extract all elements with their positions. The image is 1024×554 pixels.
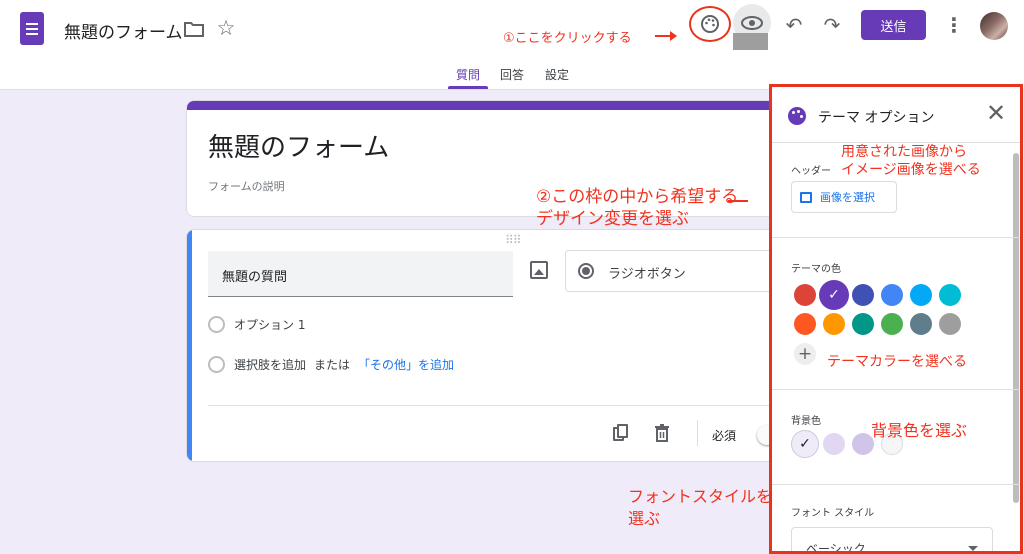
panel-title: テーマ オプション bbox=[818, 110, 935, 126]
font-style-value: ベーシック bbox=[806, 542, 866, 554]
theme-options-panel: テーマ オプション ✕ ヘッダー 用意された画像から イメージ画像を選べる 画像… bbox=[769, 84, 1023, 554]
tab-responses[interactable]: 回答 bbox=[500, 66, 524, 83]
forms-logo[interactable] bbox=[20, 12, 44, 45]
tab-settings[interactable]: 設定 bbox=[545, 66, 569, 83]
theme-color-swatch[interactable] bbox=[910, 284, 932, 306]
chevron-down-icon bbox=[968, 546, 978, 551]
avatar[interactable] bbox=[980, 12, 1008, 40]
radio-button-icon bbox=[578, 263, 594, 279]
background-color-swatch[interactable] bbox=[823, 433, 845, 455]
top-bar: 無題のフォーム ☆ ①ここをクリックする ↶ ↷ 送信 ⋮ 質問 回答 設定 bbox=[0, 0, 1024, 90]
option-row[interactable]: オプション 1 bbox=[208, 316, 305, 333]
send-button[interactable]: 送信 bbox=[861, 10, 926, 40]
theme-color-swatch[interactable] bbox=[852, 313, 874, 335]
header-section-label: ヘッダー bbox=[791, 166, 831, 177]
more-vert-icon[interactable]: ⋮ bbox=[944, 13, 964, 37]
theme-color-swatch[interactable] bbox=[881, 284, 903, 306]
add-image-icon[interactable] bbox=[530, 261, 548, 279]
annotation-font-style: フォントスタイルを 選ぶ bbox=[628, 487, 773, 528]
question-card[interactable]: ⠿⠿ 無題の質問 ラジオボタン オプション 1 選択肢を追加 または 「その他」… bbox=[186, 229, 776, 462]
annotation-theme-color: テーマカラーを選べる bbox=[827, 354, 967, 370]
theme-color-swatch[interactable] bbox=[939, 284, 961, 306]
panel-scrollbar[interactable] bbox=[1013, 153, 1019, 503]
annotation-arrow-icon bbox=[728, 200, 748, 202]
add-color-icon[interactable]: + bbox=[794, 343, 816, 365]
active-tab-indicator bbox=[448, 86, 488, 89]
redo-icon[interactable]: ↷ bbox=[820, 13, 844, 37]
panel-header: テーマ オプション ✕ bbox=[772, 87, 1020, 143]
add-option-link[interactable]: 選択肢を追加 bbox=[234, 356, 306, 373]
annotation-click-here: ①ここをクリックする bbox=[503, 31, 632, 46]
theme-color-swatch[interactable]: ✓ bbox=[819, 280, 849, 310]
document-title[interactable]: 無題のフォーム bbox=[64, 18, 183, 43]
add-option-row: 選択肢を追加 または 「その他」を追加 bbox=[208, 356, 454, 373]
option-radio-icon bbox=[208, 356, 225, 373]
annotation-bg-color: 背景色を選ぶ bbox=[871, 421, 968, 440]
background-color-swatch[interactable]: ✓ bbox=[791, 430, 819, 458]
palette-icon[interactable] bbox=[689, 6, 731, 42]
tab-questions[interactable]: 質問 bbox=[456, 66, 480, 83]
theme-color-swatch[interactable] bbox=[794, 284, 816, 306]
font-style-select[interactable]: ベーシック bbox=[791, 527, 993, 554]
select-image-button[interactable]: 画像を選択 bbox=[791, 181, 897, 213]
theme-color-swatch[interactable] bbox=[939, 313, 961, 335]
form-title[interactable]: 無題のフォーム bbox=[208, 127, 389, 164]
background-color-label: 背景色 bbox=[791, 416, 821, 427]
or-text: または bbox=[314, 358, 351, 372]
redaction-block bbox=[733, 33, 768, 50]
option-label[interactable]: オプション 1 bbox=[234, 316, 305, 333]
theme-color-swatch[interactable] bbox=[910, 313, 932, 335]
palette-icon bbox=[788, 107, 806, 125]
image-icon bbox=[800, 191, 812, 203]
duplicate-icon[interactable] bbox=[613, 424, 629, 442]
option-radio-icon bbox=[208, 316, 225, 333]
divider bbox=[772, 237, 1020, 238]
question-type-select[interactable]: ラジオボタン bbox=[565, 250, 775, 292]
add-other-link[interactable]: 「その他」を追加 bbox=[358, 356, 454, 373]
undo-icon[interactable]: ↶ bbox=[782, 13, 806, 37]
theme-color-swatch[interactable] bbox=[852, 284, 874, 306]
font-style-label: フォント スタイル bbox=[791, 508, 875, 519]
annotation-header-image: 用意された画像から イメージ画像を選べる bbox=[841, 144, 981, 178]
divider bbox=[697, 420, 698, 446]
question-type-label: ラジオボタン bbox=[608, 267, 686, 282]
annotation-arrow-icon bbox=[655, 31, 677, 41]
folder-icon[interactable] bbox=[183, 18, 205, 40]
close-icon[interactable]: ✕ bbox=[986, 101, 1006, 125]
theme-color-swatch[interactable] bbox=[823, 313, 845, 335]
question-card-focus-bar bbox=[187, 230, 192, 461]
star-icon[interactable]: ☆ bbox=[214, 16, 238, 40]
theme-color-label: テーマの色 bbox=[791, 264, 841, 275]
theme-color-swatch[interactable] bbox=[794, 313, 816, 335]
required-label: 必須 bbox=[712, 429, 737, 443]
title-card-accent-bar bbox=[187, 101, 775, 110]
form-description-field[interactable]: フォームの説明 bbox=[208, 178, 285, 194]
theme-color-swatch[interactable] bbox=[881, 313, 903, 335]
delete-icon[interactable] bbox=[654, 424, 670, 442]
divider bbox=[208, 405, 775, 406]
drag-handle-icon[interactable]: ⠿⠿ bbox=[505, 233, 522, 247]
question-title: 無題の質問 bbox=[222, 270, 288, 285]
question-title-field[interactable]: 無題の質問 bbox=[208, 251, 513, 297]
annotation-choose-design: ②この枠の中から希望する デザイン変更を選ぶ bbox=[536, 187, 739, 229]
divider bbox=[772, 389, 1020, 390]
divider bbox=[772, 484, 1020, 485]
